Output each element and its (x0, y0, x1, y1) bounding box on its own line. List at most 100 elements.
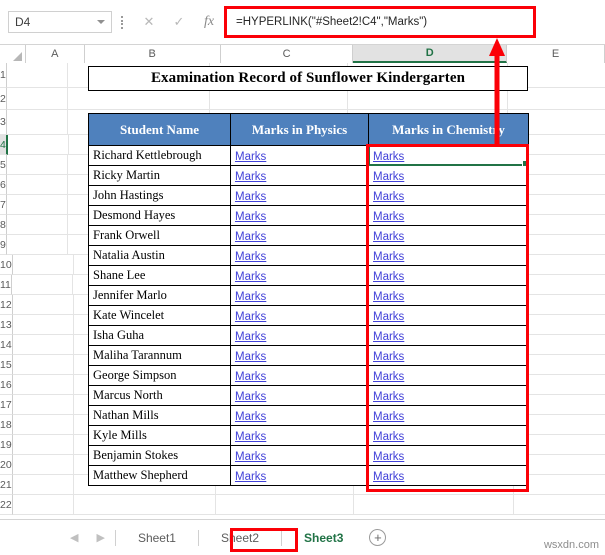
hyperlink-marks-chemistry[interactable]: Marks (373, 391, 404, 403)
hyperlink-marks-physics[interactable]: Marks (235, 371, 266, 383)
grid-cell-E22[interactable] (513, 495, 605, 515)
hyperlink-marks-chemistry[interactable]: Marks (373, 431, 404, 443)
cell-marks-chemistry[interactable]: Marks (368, 465, 529, 486)
fx-icon[interactable]: fx (194, 11, 224, 33)
cell-marks-physics[interactable]: Marks (230, 325, 369, 346)
hyperlink-marks-physics[interactable]: Marks (235, 471, 266, 483)
hyperlink-marks-chemistry[interactable]: Marks (373, 291, 404, 303)
grid-cell-D22[interactable] (353, 495, 514, 515)
grid-cell-A22[interactable] (12, 495, 74, 515)
grid-cell-A5[interactable] (6, 155, 68, 175)
grid-cell-A6[interactable] (6, 175, 68, 195)
cell-marks-chemistry[interactable]: Marks (368, 305, 529, 326)
cell-marks-chemistry[interactable]: Marks (368, 365, 529, 386)
hyperlink-marks-chemistry[interactable]: Marks (373, 271, 404, 283)
cell-marks-chemistry[interactable]: Marks (368, 225, 529, 246)
hyperlink-marks-physics[interactable]: Marks (235, 151, 266, 163)
cell-student-name[interactable]: Desmond Hayes (88, 205, 231, 226)
cell-marks-physics[interactable]: Marks (230, 405, 369, 426)
row-header-3[interactable]: 3 (0, 110, 7, 135)
hyperlink-marks-chemistry[interactable]: Marks (373, 351, 404, 363)
row-header-5[interactable]: 5 (0, 155, 7, 175)
add-sheet-button[interactable]: + (369, 529, 387, 546)
row-header-22[interactable]: 22 (0, 495, 13, 515)
cell-marks-chemistry[interactable]: Marks (368, 245, 529, 266)
grid-cell-D2[interactable] (347, 88, 508, 110)
cell-student-name[interactable]: Marcus North (88, 385, 231, 406)
column-header-a[interactable]: A (25, 45, 85, 63)
cell-marks-chemistry[interactable]: Marks (368, 145, 529, 166)
row-header-16[interactable]: 16 (0, 375, 13, 395)
sheet-tab-sheet2[interactable]: Sheet2 (209, 527, 271, 549)
cell-student-name[interactable]: Kyle Mills (88, 425, 231, 446)
cell-marks-physics[interactable]: Marks (230, 145, 369, 166)
hyperlink-marks-chemistry[interactable]: Marks (373, 191, 404, 203)
cell-marks-physics[interactable]: Marks (230, 165, 369, 186)
grid-cell-A3[interactable] (6, 110, 68, 135)
row-header-7[interactable]: 7 (0, 195, 7, 215)
hyperlink-marks-physics[interactable]: Marks (235, 411, 266, 423)
cell-marks-chemistry[interactable]: Marks (368, 185, 529, 206)
column-header-d[interactable]: D (353, 45, 508, 63)
triangle-right-icon[interactable]: ▶ (96, 531, 104, 544)
hyperlink-marks-physics[interactable]: Marks (235, 171, 266, 183)
grid-cell-A8[interactable] (6, 215, 68, 235)
cell-marks-physics[interactable]: Marks (230, 185, 369, 206)
cell-marks-chemistry[interactable]: Marks (368, 265, 529, 286)
grid-cell-C2[interactable] (209, 88, 348, 110)
cell-marks-chemistry[interactable]: Marks (368, 345, 529, 366)
row-header-2[interactable]: 2 (0, 88, 7, 110)
grid-cell-A20[interactable] (12, 455, 74, 475)
grid-cell-A18[interactable] (12, 415, 74, 435)
cell-marks-physics[interactable]: Marks (230, 465, 369, 486)
row-header-9[interactable]: 9 (0, 235, 7, 255)
grid-cell-A12[interactable] (12, 295, 74, 315)
cell-marks-chemistry[interactable]: Marks (368, 325, 529, 346)
grid-cell-B2[interactable] (67, 88, 210, 110)
cell-marks-physics[interactable]: Marks (230, 445, 369, 466)
cell-marks-physics[interactable]: Marks (230, 205, 369, 226)
hyperlink-marks-chemistry[interactable]: Marks (373, 471, 404, 483)
cell-marks-physics[interactable]: Marks (230, 385, 369, 406)
grid-cell-A15[interactable] (12, 355, 74, 375)
column-header-c[interactable]: C (220, 45, 354, 63)
row-header-19[interactable]: 19 (0, 435, 13, 455)
grid-cell-C22[interactable] (215, 495, 354, 515)
column-header-b[interactable]: B (84, 45, 221, 63)
row-header-18[interactable]: 18 (0, 415, 13, 435)
cell-marks-chemistry[interactable]: Marks (368, 165, 529, 186)
grid-cell-A11[interactable] (11, 275, 73, 295)
hyperlink-marks-physics[interactable]: Marks (235, 431, 266, 443)
column-header-marks-chemistry[interactable]: Marks in Chemistry (368, 113, 529, 146)
hyperlink-marks-physics[interactable]: Marks (235, 251, 266, 263)
hyperlink-marks-physics[interactable]: Marks (235, 291, 266, 303)
sheet-tab-sheet3[interactable]: Sheet3 (292, 526, 356, 549)
cell-marks-chemistry[interactable]: Marks (368, 405, 529, 426)
row-header-4[interactable]: 4 (0, 135, 8, 155)
hyperlink-marks-physics[interactable]: Marks (235, 351, 266, 363)
grid-cell-A7[interactable] (6, 195, 68, 215)
close-icon[interactable]: ✕ (134, 11, 164, 33)
cell-student-name[interactable]: Kate Wincelet (88, 305, 231, 326)
triangle-left-icon[interactable]: ◀ (70, 531, 78, 544)
grid-cell-A21[interactable] (12, 475, 74, 495)
cell-marks-chemistry[interactable]: Marks (368, 425, 529, 446)
row-header-13[interactable]: 13 (0, 315, 13, 335)
cell-student-name[interactable]: Ricky Martin (88, 165, 231, 186)
hyperlink-marks-chemistry[interactable]: Marks (373, 151, 404, 163)
cell-marks-physics[interactable]: Marks (230, 425, 369, 446)
name-box[interactable]: D4 (8, 11, 112, 33)
column-header-marks-physics[interactable]: Marks in Physics (230, 113, 369, 146)
hyperlink-marks-physics[interactable]: Marks (235, 271, 266, 283)
hyperlink-marks-physics[interactable]: Marks (235, 211, 266, 223)
grid-cell-A13[interactable] (12, 315, 74, 335)
cell-student-name[interactable]: Nathan Mills (88, 405, 231, 426)
select-all-corner[interactable] (0, 45, 26, 63)
hyperlink-marks-chemistry[interactable]: Marks (373, 211, 404, 223)
check-icon[interactable]: ✓ (164, 11, 194, 33)
cell-student-name[interactable]: George Simpson (88, 365, 231, 386)
column-header-e[interactable]: E (507, 45, 605, 63)
cell-marks-physics[interactable]: Marks (230, 285, 369, 306)
column-header-student-name[interactable]: Student Name (88, 113, 231, 146)
cell-student-name[interactable]: Richard Kettlebrough (88, 145, 231, 166)
